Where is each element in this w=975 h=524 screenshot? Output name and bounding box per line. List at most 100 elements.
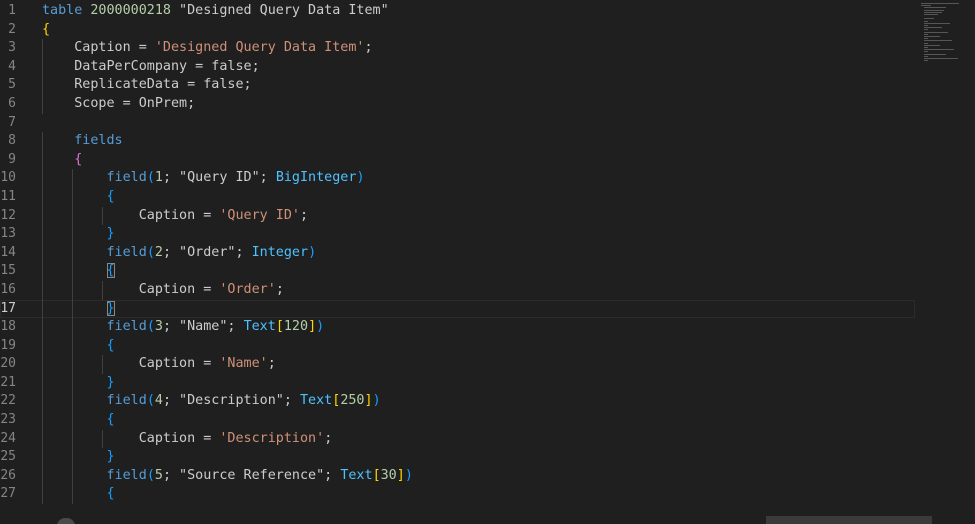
code-token: ; "Description"; <box>162 393 300 409</box>
line-code[interactable]: Caption = 'Order'; <box>42 281 284 300</box>
code-line[interactable]: 19 { <box>0 336 915 356</box>
line-code[interactable]: field(5; "Source Reference"; Text[30]) <box>42 467 413 486</box>
code-line[interactable]: 11 { <box>0 187 915 207</box>
code-line[interactable]: 14 field(2; "Order"; Integer) <box>0 243 915 263</box>
line-code[interactable]: field(2; "Order"; Integer) <box>42 244 317 263</box>
code-line[interactable]: 25 } <box>0 448 915 467</box>
code-line[interactable]: 4 DataPerCompany = false; <box>0 57 915 77</box>
code-token: { <box>106 188 115 204</box>
line-code[interactable]: } <box>42 374 115 393</box>
code-line[interactable]: 9 { <box>0 150 915 170</box>
line-code[interactable]: } <box>42 225 115 244</box>
line-number: 16 <box>0 281 16 297</box>
line-code[interactable]: Caption = 'Designed Query Data Item'; <box>42 39 373 58</box>
code-line[interactable]: 15 { <box>0 262 915 281</box>
line-code[interactable]: { <box>42 411 115 430</box>
code-line[interactable]: 16 Caption = 'Order'; <box>0 280 915 300</box>
code-token: fields <box>74 133 123 149</box>
code-line[interactable]: 12 Caption = 'Query ID'; <box>0 206 915 226</box>
minimap-line <box>924 27 942 29</box>
code-line[interactable]: 8 fields <box>0 132 915 151</box>
horizontal-scrollbar-thumb[interactable] <box>766 516 932 524</box>
code-token: 250 <box>340 393 365 409</box>
line-code[interactable]: { <box>42 21 50 40</box>
minimap-line <box>924 55 928 57</box>
code-token: { <box>74 151 83 167</box>
code-line[interactable]: 6 Scope = OnPrem; <box>0 94 915 114</box>
line-code[interactable]: { <box>42 151 82 170</box>
code-line[interactable]: 21 } <box>0 373 915 393</box>
minimap-line <box>924 29 928 31</box>
line-code[interactable]: { <box>42 485 115 504</box>
code-token: 2000000218 <box>90 3 171 18</box>
code-token: ; <box>364 40 373 56</box>
line-code[interactable]: { <box>42 337 115 356</box>
code-line[interactable]: 10 field(1; "Query ID"; BigInteger) <box>0 169 915 188</box>
code-editor[interactable]: 1 table 2000000218 "Designed Query Data I… <box>0 0 975 524</box>
minimap-line <box>924 58 958 59</box>
code-line[interactable]: 24 Caption = 'Description'; <box>0 429 915 449</box>
minimap-line <box>924 9 944 11</box>
line-number: 8 <box>8 133 16 149</box>
code-line[interactable]: 5 ReplicateData = false; <box>0 76 915 95</box>
line-number: 23 <box>0 412 16 428</box>
code-token: 'Order' <box>219 281 276 297</box>
code-line[interactable]: 23 { <box>0 411 915 430</box>
minimap[interactable] <box>915 0 975 80</box>
line-number: 7 <box>8 114 16 130</box>
line-code[interactable]: Caption = 'Name'; <box>42 355 276 374</box>
line-code[interactable]: Scope = OnPrem; <box>42 95 195 114</box>
line-number: 13 <box>0 226 16 242</box>
code-token: [ <box>372 467 381 483</box>
code-line[interactable]: 2{ <box>0 21 915 40</box>
line-code[interactable]: table 2000000218 "Designed Query Data It… <box>42 2 389 21</box>
code-line[interactable]: 22 field(4; "Description"; Text[250]) <box>0 392 915 412</box>
line-code[interactable]: fields <box>42 132 123 151</box>
code-line[interactable]: 26 field(5; "Source Reference"; Text[30]… <box>0 466 915 486</box>
code-token: ) <box>404 467 413 483</box>
line-code[interactable]: { <box>42 262 115 281</box>
code-line[interactable]: 17 } <box>0 299 915 319</box>
code-line[interactable]: 20 Caption = 'Name'; <box>0 355 915 374</box>
code-line[interactable]: 27 { <box>0 485 915 505</box>
code-token: field <box>106 467 147 483</box>
minimap-line <box>921 5 931 7</box>
code-line[interactable]: 13 } <box>0 225 915 244</box>
code-line[interactable]: 18 field(3; "Name"; Text[120]) <box>0 318 915 337</box>
line-code[interactable]: DataPerCompany = false; <box>42 58 259 77</box>
line-code[interactable]: field(4; "Description"; Text[250]) <box>42 392 381 411</box>
code-token: 3 <box>154 319 163 335</box>
code-token: ; "Source Reference"; <box>162 467 341 483</box>
line-code[interactable]: Caption = 'Description'; <box>42 430 333 449</box>
code-line[interactable]: 3 Caption = 'Designed Query Data Item'; <box>0 39 915 58</box>
code-lines[interactable]: 1 table 2000000218 "Designed Query Data I… <box>0 2 915 505</box>
minimap-line <box>924 11 942 13</box>
code-token: 'Designed Query Data Item' <box>154 40 365 56</box>
code-token: ) <box>308 244 317 260</box>
line-code[interactable]: } <box>42 300 115 319</box>
code-token: ] <box>364 393 373 409</box>
code-token: ( <box>146 467 155 483</box>
code-token: Caption = <box>42 281 220 297</box>
code-line[interactable]: 1 table 2000000218 "Designed Query Data I… <box>0 2 915 21</box>
minimap-line <box>924 14 938 15</box>
line-code[interactable]: { <box>42 188 115 207</box>
code-token: ( <box>146 319 155 335</box>
line-code[interactable]: field(3; "Name"; Text[120]) <box>42 318 325 337</box>
code-line[interactable]: 7 <box>0 114 915 133</box>
line-number: 6 <box>8 95 16 111</box>
line-number: 24 <box>0 430 16 446</box>
line-number: 20 <box>0 356 16 372</box>
line-code[interactable]: Caption = 'Query ID'; <box>42 207 308 226</box>
minimap-line <box>924 53 946 55</box>
line-code[interactable]: ReplicateData = false; <box>42 76 251 95</box>
line-number: 26 <box>0 467 16 483</box>
line-code[interactable]: } <box>42 448 115 467</box>
line-code[interactable]: field(1; "Query ID"; BigInteger) <box>42 169 365 188</box>
